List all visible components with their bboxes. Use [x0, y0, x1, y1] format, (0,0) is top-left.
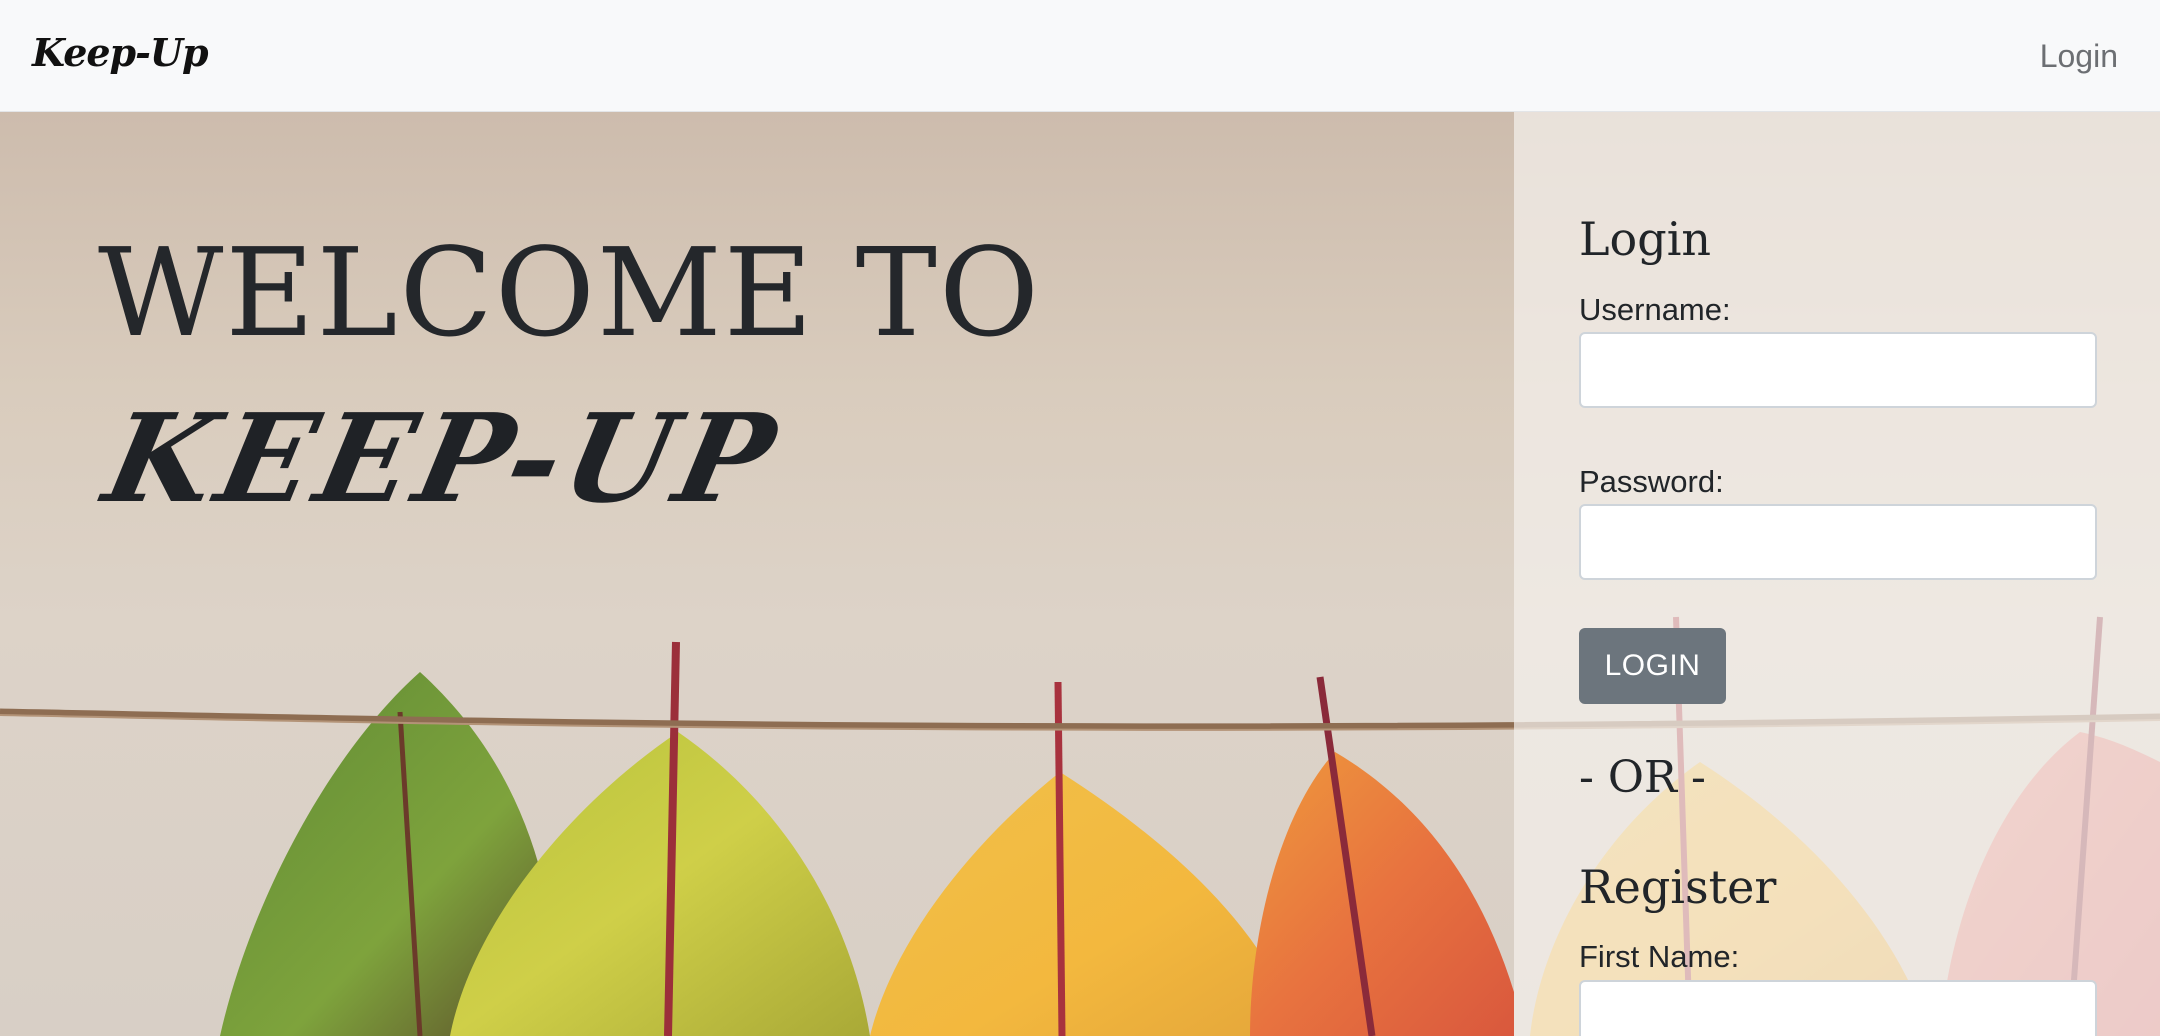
username-input[interactable] — [1579, 332, 2097, 408]
password-input[interactable] — [1579, 504, 2097, 580]
welcome-heading-brand: KEEP-UP — [93, 386, 793, 530]
register-title: Register — [1579, 860, 1777, 914]
first-name-input[interactable] — [1579, 980, 2097, 1036]
brand-logo[interactable]: Keep-Up — [32, 30, 209, 75]
login-button[interactable]: LOGIN — [1579, 628, 1726, 704]
username-label: Username: — [1579, 292, 1731, 327]
auth-panel: Login Username: Password: LOGIN - OR - R… — [1514, 112, 2160, 1036]
password-label: Password: — [1579, 464, 1724, 499]
hero-section: WELCOME TO KEEP-UP Login Username: Passw… — [0, 112, 2160, 1036]
navbar: Keep-Up Login — [0, 0, 2160, 112]
welcome-heading-line1: WELCOME TO — [98, 222, 1041, 364]
login-title: Login — [1579, 212, 1712, 266]
or-divider: - OR - — [1579, 752, 1706, 803]
nav-login-link[interactable]: Login — [2040, 38, 2118, 75]
first-name-label: First Name: — [1579, 939, 1740, 974]
